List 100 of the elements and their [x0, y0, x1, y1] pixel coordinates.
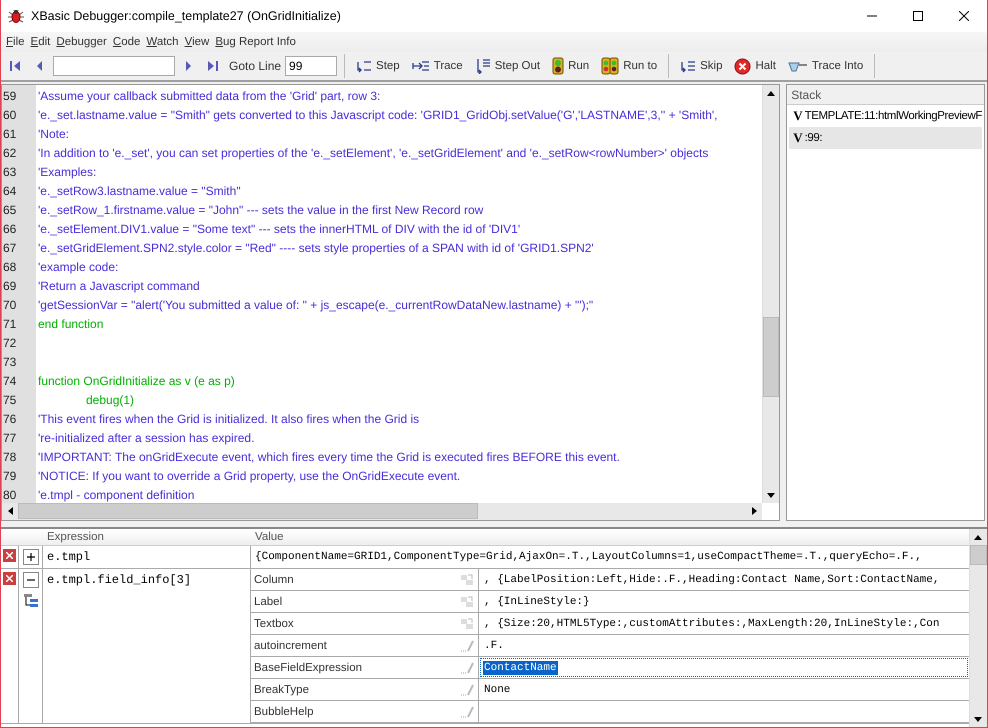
comment-line: 'example code: [38, 259, 118, 276]
line-number: 80 [2, 487, 18, 503]
triangle-right-icon [185, 60, 193, 72]
code-line: end function [38, 316, 104, 333]
comment-line: 'e._set.lastname.value = "Smith" gets converted to this Javascript code: 'GRID1_GridObj.setValue('G','LASTNAME',3,'' + 'Smith', [38, 107, 718, 124]
traffic-lights-icon [601, 57, 620, 75]
property-value[interactable]: None [483, 682, 512, 696]
menu-item[interactable]: View [182, 36, 212, 48]
comment-line: 'NOTICE: If you want to override a Grid property, use the OnGridExecute event. [38, 468, 460, 485]
trace-icon [412, 60, 430, 72]
runto-button[interactable]: Run to [597, 55, 662, 77]
line-number: 67 [2, 240, 18, 257]
halt-button[interactable]: Halt [730, 56, 780, 76]
column-header[interactable]: Value [251, 529, 969, 546]
line-number: 73 [2, 354, 18, 371]
stack-item[interactable]: V:99: [789, 127, 982, 149]
property-name: autoincrement [254, 640, 327, 652]
expand-object-icon [460, 574, 474, 586]
triangle-left-icon [35, 60, 43, 72]
expand-button[interactable] [22, 549, 38, 565]
menu-item[interactable]: Bug Report Info [212, 36, 299, 48]
maximize-icon [913, 11, 923, 21]
line-number: 68 [2, 259, 18, 276]
property-value[interactable]: , {Size:20,HTML5Type:,customAttributes:,MaxLength:20,InLineStyle:,Con [483, 616, 940, 630]
skip-button[interactable]: Skip [676, 57, 726, 75]
property-value[interactable]: .F. [483, 638, 505, 652]
goto-line-label: Goto Line [229, 59, 282, 73]
search-field[interactable] [53, 56, 175, 76]
expression-cell: e.tmpl.field_info[3] [43, 569, 251, 723]
collapse-button[interactable] [22, 572, 38, 588]
trace-button[interactable]: Trace [408, 58, 467, 74]
line-number: 63 [2, 164, 18, 181]
line-number: 77 [2, 430, 18, 447]
line-number: 71 [2, 316, 18, 333]
line-number: 65 [2, 202, 18, 219]
variable-marker: V [793, 108, 803, 124]
skip-icon [680, 59, 696, 73]
comment-line: 'This event fires when the Grid is initialized. It also fires when the Grid is [38, 411, 420, 428]
plus-icon [26, 553, 34, 561]
property-value[interactable]: , {LabelPosition:Left,Hide:.F.,Heading:Contact Name,Sort:ContactName, [483, 572, 940, 586]
comment-line: 'e._setRow3.lastname.value = "Smith" [38, 183, 241, 200]
variable-marker: V [793, 130, 803, 146]
expand-object-icon [460, 596, 474, 608]
menu-item[interactable]: Code [110, 36, 144, 48]
property-value[interactable]: ContactName [483, 660, 558, 674]
close-icon [959, 11, 969, 21]
menu-item[interactable]: Watch [143, 36, 182, 48]
step-out-icon [474, 58, 491, 74]
delete-button[interactable] [3, 572, 16, 585]
pencil-icon [460, 640, 474, 652]
comment-line: 'e._setRow_1.firstname.value = "John" --- sets the value in the first New Record row [38, 202, 484, 219]
step-icon [356, 59, 372, 73]
window-title: XBasic Debugger:compile_template27 (OnGridInitialize) [31, 9, 342, 23]
line-number: 64 [2, 183, 18, 200]
close-icon [6, 575, 13, 582]
comment-line: 'In addition to 'e._set', you can set properties of the 'e._setElement', 'e._setGridElement' and 'e._setRow<rowNumber>' objects [38, 145, 708, 162]
property-value[interactable]: , {InLineStyle:} [483, 594, 591, 608]
line-number: 79 [2, 468, 18, 485]
property-name: Textbox [254, 618, 294, 630]
code-line: debug(1) [86, 392, 134, 409]
stack-header: Stack [787, 85, 984, 105]
comment-line: 'Note: [38, 126, 69, 143]
comment-line: 're-initialized after a session has expired. [38, 430, 254, 447]
property-name: BaseFieldExpression [254, 662, 362, 674]
line-number: 60 [2, 107, 18, 124]
comment-line: 'getSessionVar = "alert('You submitted a value of: " + js_escape(e._currentRowDataNew.lastname) + "');" [38, 297, 594, 314]
traceinto-button[interactable]: Trace Into [784, 57, 868, 75]
comment-line: 'e.tmpl - component definition [38, 487, 194, 503]
expression-cell: e.tmpl [43, 546, 251, 568]
pencil-icon [460, 684, 474, 696]
value-cell-text: {ComponentName=GRID1,ComponentType=Grid,AjaxOn=.T.,LayoutColumns=1,useCompactTheme=.T.,queryEcho=.F., [254, 550, 923, 565]
comment-line: 'e._setElement.DIV1.value = "Some text" --- sets the innerHTML of DIV with the id of 'DIV1' [38, 221, 520, 238]
property-name: BreakType [254, 684, 309, 696]
scrollbar-thumb[interactable] [763, 317, 780, 397]
comment-line: 'e._setGridElement.SPN2.style.color = "Red" ---- sets style properties of a SPAN with id of 'GRID1.SPN2' [38, 240, 594, 257]
line-number: 62 [2, 145, 18, 162]
expand-object-icon [460, 618, 474, 630]
property-name: Label [254, 596, 282, 608]
menu-item[interactable]: File [3, 36, 28, 48]
menu-item[interactable]: Edit [28, 36, 54, 48]
menu-item[interactable]: Debugger [53, 36, 110, 48]
goto-line-field[interactable]: 99 [285, 56, 338, 76]
step-button[interactable]: Step [352, 57, 404, 75]
traffic-light-icon [552, 57, 564, 75]
comment-line: 'IMPORTANT: The onGridExecute event, which fires every time the Grid is executed fires BEFORE this event. [38, 449, 620, 466]
close-icon [6, 552, 13, 559]
delete-button[interactable] [3, 549, 16, 562]
line-number: 61 [2, 126, 18, 143]
run-button[interactable]: Run [548, 55, 594, 77]
tree-icon [22, 594, 38, 608]
stepout-button[interactable]: Step Out [470, 56, 544, 76]
code-line: function OnGridInitialize as v (e as p) [38, 373, 235, 390]
scrollbar-thumb[interactable] [970, 545, 987, 565]
comment-line: 'Return a Javascript command [38, 278, 200, 295]
scrollbar-thumb[interactable] [18, 503, 478, 519]
line-number: 70 [2, 297, 18, 314]
column-header[interactable]: Expression [43, 529, 251, 546]
line-number: 59 [2, 88, 18, 105]
comment-line: 'Examples: [38, 164, 96, 181]
line-number: 75 [2, 392, 18, 409]
